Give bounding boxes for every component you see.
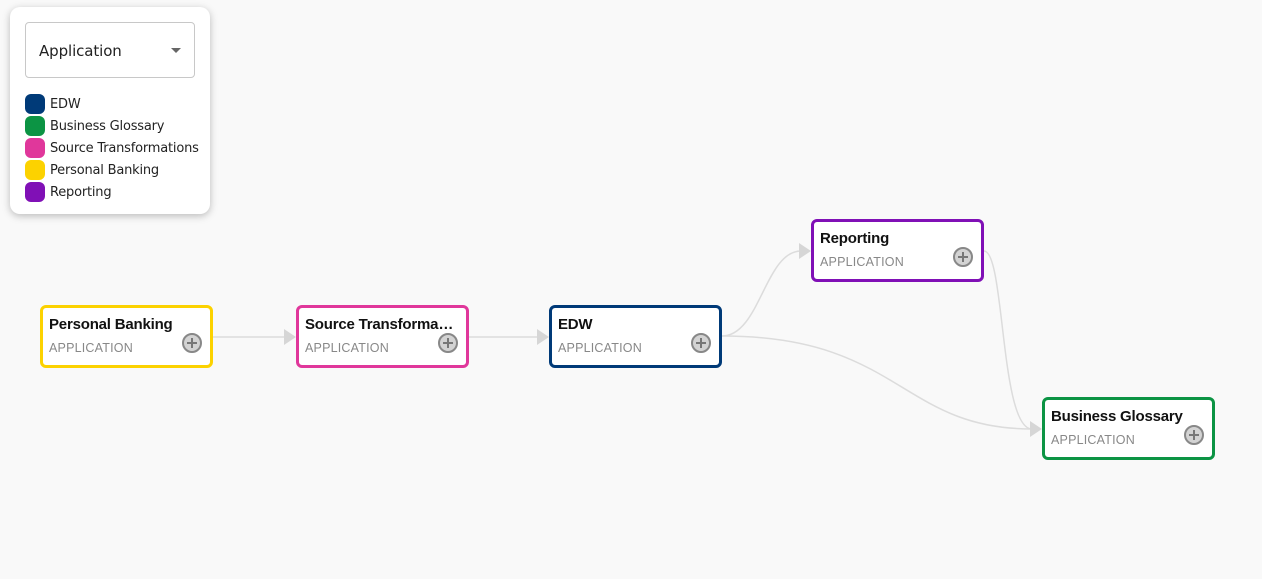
legend-label: Reporting [50, 184, 112, 200]
legend-item-reporting: Reporting [25, 181, 199, 203]
arrowhead-icon [1030, 421, 1042, 437]
legend-item-edw: EDW [25, 93, 199, 115]
node-type: APPLICATION [820, 255, 904, 269]
expand-plus-icon[interactable] [1184, 425, 1204, 445]
legend-label: Source Transformations [50, 140, 199, 156]
arrowhead-icon [537, 329, 549, 345]
node-edw[interactable]: EDW APPLICATION [549, 305, 722, 368]
legend-label: Business Glossary [50, 118, 165, 134]
node-source-transformations[interactable]: Source Transformations APPLICATION [296, 305, 469, 368]
color-swatch [25, 94, 45, 114]
node-type: APPLICATION [305, 341, 389, 355]
color-swatch [25, 116, 45, 136]
node-type: APPLICATION [1051, 433, 1135, 447]
legend-label: Personal Banking [50, 162, 159, 178]
legend-panel: Application EDW Business Glossary Source… [10, 7, 210, 214]
caret-down-icon [171, 48, 181, 53]
edge-edw-to-business-glossary [721, 335, 1033, 430]
node-type-filter-select[interactable]: Application [25, 22, 195, 78]
expand-plus-icon[interactable] [182, 333, 202, 353]
color-swatch [25, 182, 45, 202]
node-title: Business Glossary [1051, 408, 1183, 425]
expand-plus-icon[interactable] [438, 333, 458, 353]
legend-list: EDW Business Glossary Source Transformat… [25, 93, 199, 203]
edge-reporting-to-business-glossary [983, 250, 1033, 430]
color-swatch [25, 160, 45, 180]
node-title: Reporting [820, 230, 890, 247]
node-type: APPLICATION [49, 341, 133, 355]
legend-item-source-transformations: Source Transformations [25, 137, 199, 159]
select-value: Application [39, 42, 122, 60]
node-business-glossary[interactable]: Business Glossary APPLICATION [1042, 397, 1215, 460]
arrowhead-icon [284, 329, 296, 345]
node-reporting[interactable]: Reporting APPLICATION [811, 219, 984, 282]
legend-label: EDW [50, 96, 81, 112]
node-title: Source Transformations [305, 316, 455, 333]
node-title: EDW [558, 316, 593, 333]
expand-plus-icon[interactable] [691, 333, 711, 353]
arrowhead-icon [799, 243, 811, 259]
expand-plus-icon[interactable] [953, 247, 973, 267]
node-personal-banking[interactable]: Personal Banking APPLICATION [40, 305, 213, 368]
color-swatch [25, 138, 45, 158]
edge-edw-to-reporting [721, 250, 802, 337]
legend-item-personal-banking: Personal Banking [25, 159, 199, 181]
node-type: APPLICATION [558, 341, 642, 355]
legend-item-business-glossary: Business Glossary [25, 115, 199, 137]
node-title: Personal Banking [49, 316, 173, 333]
